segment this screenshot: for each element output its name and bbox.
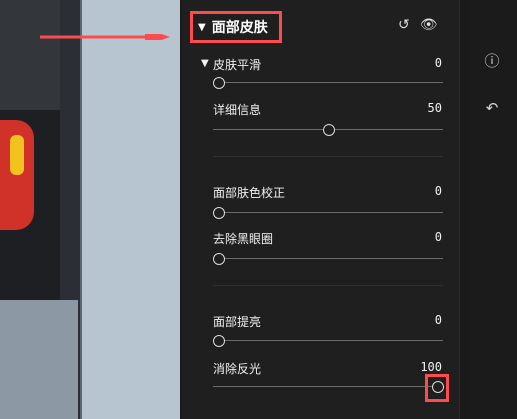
section-title: 面部皮肤 <box>211 20 268 36</box>
face-brighten-value[interactable]: 0 <box>412 313 442 327</box>
face-brighten-track[interactable] <box>213 340 443 341</box>
separator <box>213 285 443 286</box>
triangle-down-icon[interactable]: ▼ <box>198 22 206 33</box>
remove-shine-track[interactable] <box>213 386 443 387</box>
face-tone-value[interactable]: 0 <box>412 184 442 198</box>
photo-panel-light <box>80 0 180 419</box>
detail-info-label: 详细信息 <box>213 103 262 117</box>
face-brighten-knob[interactable] <box>213 335 225 347</box>
remove-shine-value[interactable]: 100 <box>412 360 442 374</box>
detail-info-value[interactable]: 50 <box>412 101 442 115</box>
face-tone-track[interactable] <box>213 212 443 213</box>
undo-icon[interactable]: ↶ <box>482 98 502 118</box>
eye-icon[interactable]: 👁 <box>420 17 438 33</box>
detail-info-knob[interactable] <box>323 124 335 136</box>
face-brighten-label: 面部提亮 <box>213 315 262 329</box>
annotation-arrow-left <box>40 34 170 40</box>
section-header-icons: ↺ 👁 <box>398 17 438 33</box>
face-tone-label: 面部肤色校正 <box>213 186 286 200</box>
skin-smoothing-track[interactable] <box>213 82 443 83</box>
reset-icon[interactable]: ↺ <box>398 17 410 33</box>
dark-circles-value[interactable]: 0 <box>412 230 442 244</box>
dark-circles-knob[interactable] <box>213 253 225 265</box>
remove-shine-label: 消除反光 <box>213 362 262 376</box>
dark-circles-track[interactable] <box>213 258 443 259</box>
separator <box>213 156 443 157</box>
panel-divider <box>459 0 460 419</box>
skin-smoothing-knob[interactable] <box>213 77 225 89</box>
section-header[interactable]: ▼ 面部皮肤 <box>190 11 282 43</box>
photo-canvas <box>0 0 180 419</box>
highlight-box <box>425 374 449 402</box>
triangle-down-icon-small[interactable]: ▼ <box>201 58 209 69</box>
skin-smoothing-label: 皮肤平滑 <box>213 58 262 72</box>
info-icon[interactable]: ⓘ <box>482 50 502 70</box>
skin-smoothing-value[interactable]: 0 <box>412 56 442 70</box>
photo-bracket <box>0 300 78 419</box>
photo-yellow-object <box>10 135 24 175</box>
dark-circles-label: 去除黑眼圈 <box>213 232 274 246</box>
face-tone-knob[interactable] <box>213 207 225 219</box>
